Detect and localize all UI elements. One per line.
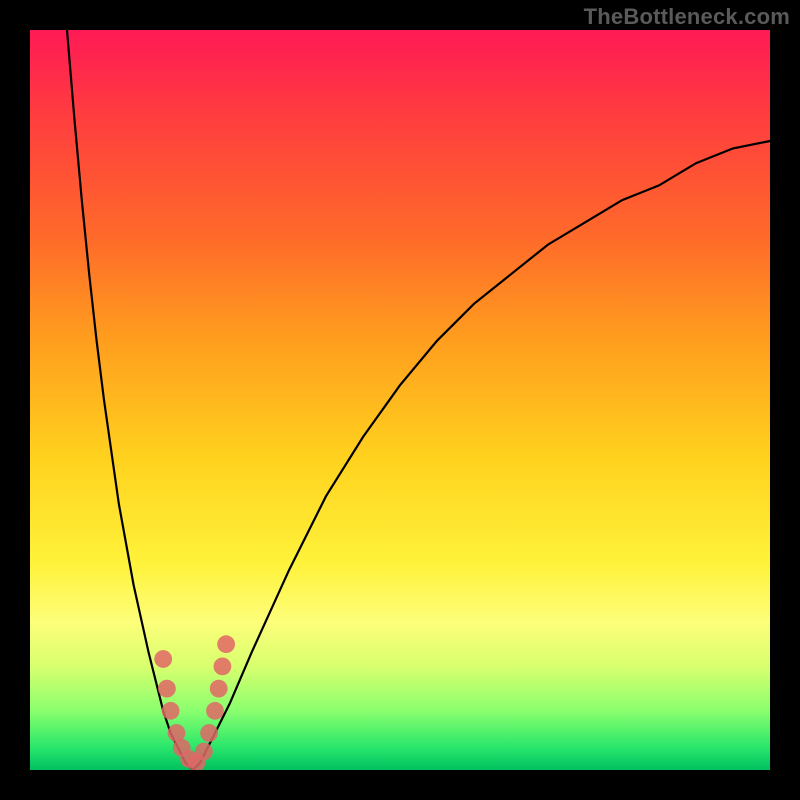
marker-point — [214, 658, 232, 676]
frame-left — [0, 0, 30, 800]
marker-point — [200, 724, 218, 742]
curve-left-branch — [67, 30, 193, 770]
watermark-text: TheBottleneck.com — [584, 4, 790, 30]
marker-point — [158, 680, 176, 698]
marker-point — [210, 680, 228, 698]
frame-bottom — [0, 770, 800, 800]
marker-point — [154, 650, 172, 668]
curve-right-branch — [193, 141, 770, 770]
frame-right — [770, 0, 800, 800]
curve-layer — [30, 30, 770, 770]
marker-point — [206, 702, 224, 720]
marker-cluster — [154, 635, 235, 771]
marker-point — [162, 702, 180, 720]
chart-stage: TheBottleneck.com — [0, 0, 800, 800]
marker-point — [195, 743, 213, 761]
marker-point — [217, 635, 235, 653]
plot-area — [30, 30, 770, 770]
